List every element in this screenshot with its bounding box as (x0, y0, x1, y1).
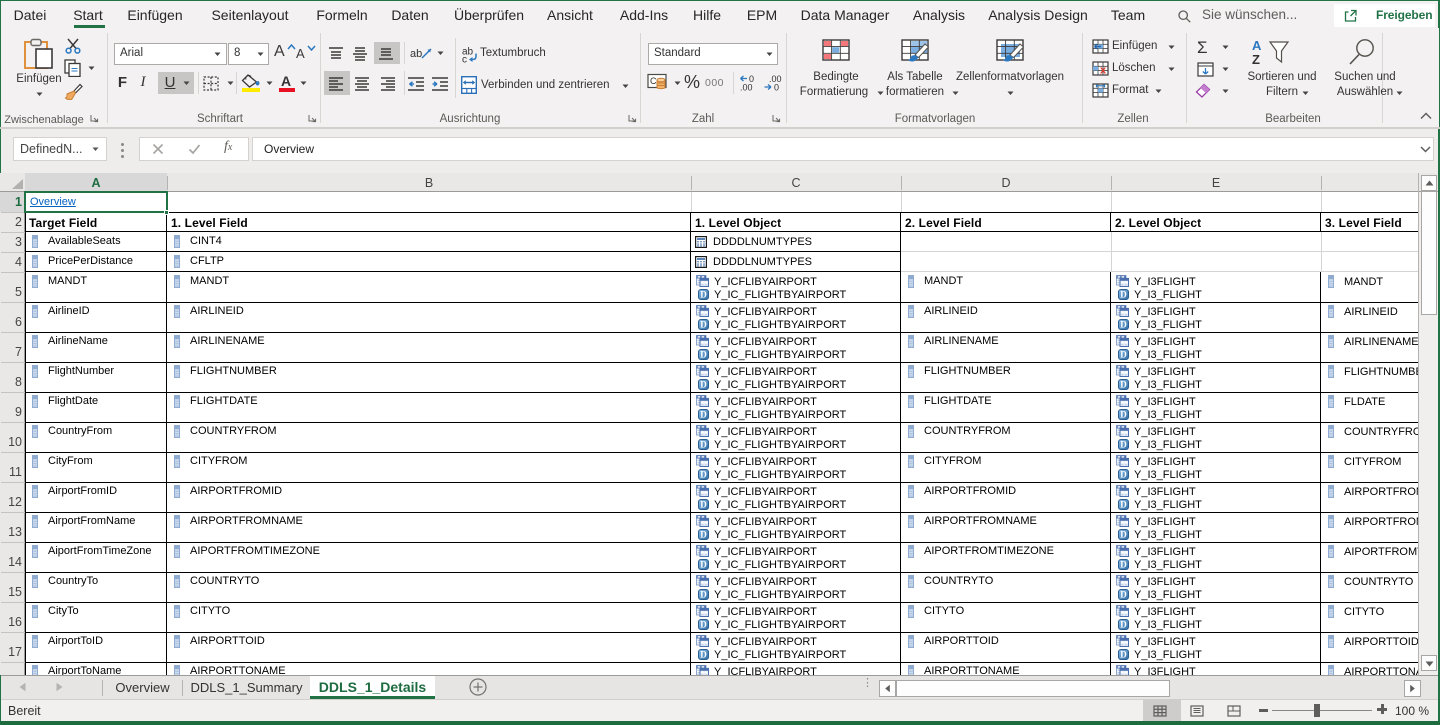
svg-text:D: D (700, 590, 707, 600)
svg-text:D: D (700, 530, 707, 540)
svg-text:.00: .00 (740, 83, 753, 92)
svg-text:D: D (1120, 470, 1127, 480)
svg-text:D: D (700, 380, 707, 390)
svg-text:c: c (462, 55, 467, 64)
svg-text:D: D (1120, 590, 1127, 600)
svg-text:D: D (1120, 320, 1127, 330)
svg-text:D: D (700, 500, 707, 510)
svg-text:D: D (1120, 410, 1127, 420)
svg-text:D: D (700, 320, 707, 330)
svg-text:D: D (1120, 530, 1127, 540)
svg-text:A: A (1252, 38, 1262, 53)
svg-text:D: D (700, 560, 707, 570)
svg-text:0: 0 (774, 83, 779, 92)
svg-text:D: D (1120, 350, 1127, 360)
svg-text:D: D (1120, 380, 1127, 390)
svg-text:D: D (700, 290, 707, 300)
svg-text:D: D (700, 440, 707, 450)
svg-text:x: x (1100, 65, 1107, 77)
svg-text:D: D (700, 470, 707, 480)
svg-text:ab: ab (410, 48, 422, 60)
svg-text:C: C (650, 76, 657, 86)
svg-text:D: D (700, 650, 707, 660)
svg-text:D: D (700, 620, 707, 630)
svg-text:Z: Z (1252, 52, 1260, 66)
svg-text:D: D (1120, 650, 1127, 660)
svg-text:D: D (1120, 290, 1127, 300)
svg-text:D: D (1120, 440, 1127, 450)
svg-text:D: D (1120, 620, 1127, 630)
svg-text:D: D (1120, 500, 1127, 510)
svg-text:D: D (700, 410, 707, 420)
svg-text:D: D (700, 350, 707, 360)
svg-text:D: D (1120, 560, 1127, 570)
